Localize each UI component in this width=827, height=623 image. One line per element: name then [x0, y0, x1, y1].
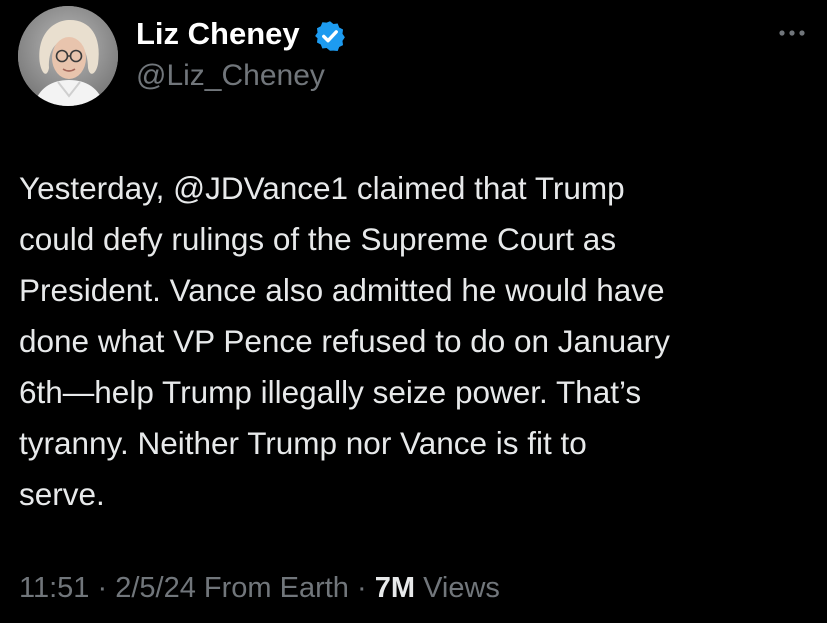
verified-badge-icon	[315, 21, 345, 52]
tweet-text: Yesterday, @JDVance1 claimed that Trump …	[19, 163, 819, 520]
profile-photo-icon	[18, 6, 118, 106]
tweet-meta: 11:51 · 2/5/24 From Earth · 7M Views	[19, 568, 500, 608]
display-name[interactable]: Liz Cheney	[136, 14, 300, 54]
views-count[interactable]: 7M	[375, 572, 415, 604]
tweet-text-line: tyranny. Neither Trump nor Vance is fit …	[19, 425, 587, 461]
tweet-text-line: serve.	[19, 476, 105, 512]
tweet-text-line: could defy rulings of the Supreme Court …	[19, 221, 617, 257]
meta-separator: ·	[89, 572, 116, 604]
meta-separator: ·	[348, 572, 375, 604]
tweet-source: From Earth	[195, 572, 349, 604]
ellipsis-icon[interactable]	[777, 24, 807, 42]
tweet-text-line: Yesterday, @JDVance1 claimed that Trump	[19, 170, 625, 206]
tweet-card: Liz Cheney @Liz_Cheney Yesterday, @JDVan…	[0, 0, 827, 623]
tweet-text-line: 6th—help Trump illegally seize power. Th…	[19, 374, 642, 410]
views-label[interactable]: Views	[415, 572, 500, 604]
tweet-time[interactable]: 11:51	[19, 572, 89, 604]
tweet-text-line: done what VP Pence refused to do on Janu…	[19, 323, 670, 359]
user-handle[interactable]: @Liz_Cheney	[136, 57, 325, 95]
avatar[interactable]	[18, 6, 118, 106]
tweet-date[interactable]: 2/5/24	[115, 572, 196, 604]
tweet-text-line: President. Vance also admitted he would …	[19, 272, 665, 308]
